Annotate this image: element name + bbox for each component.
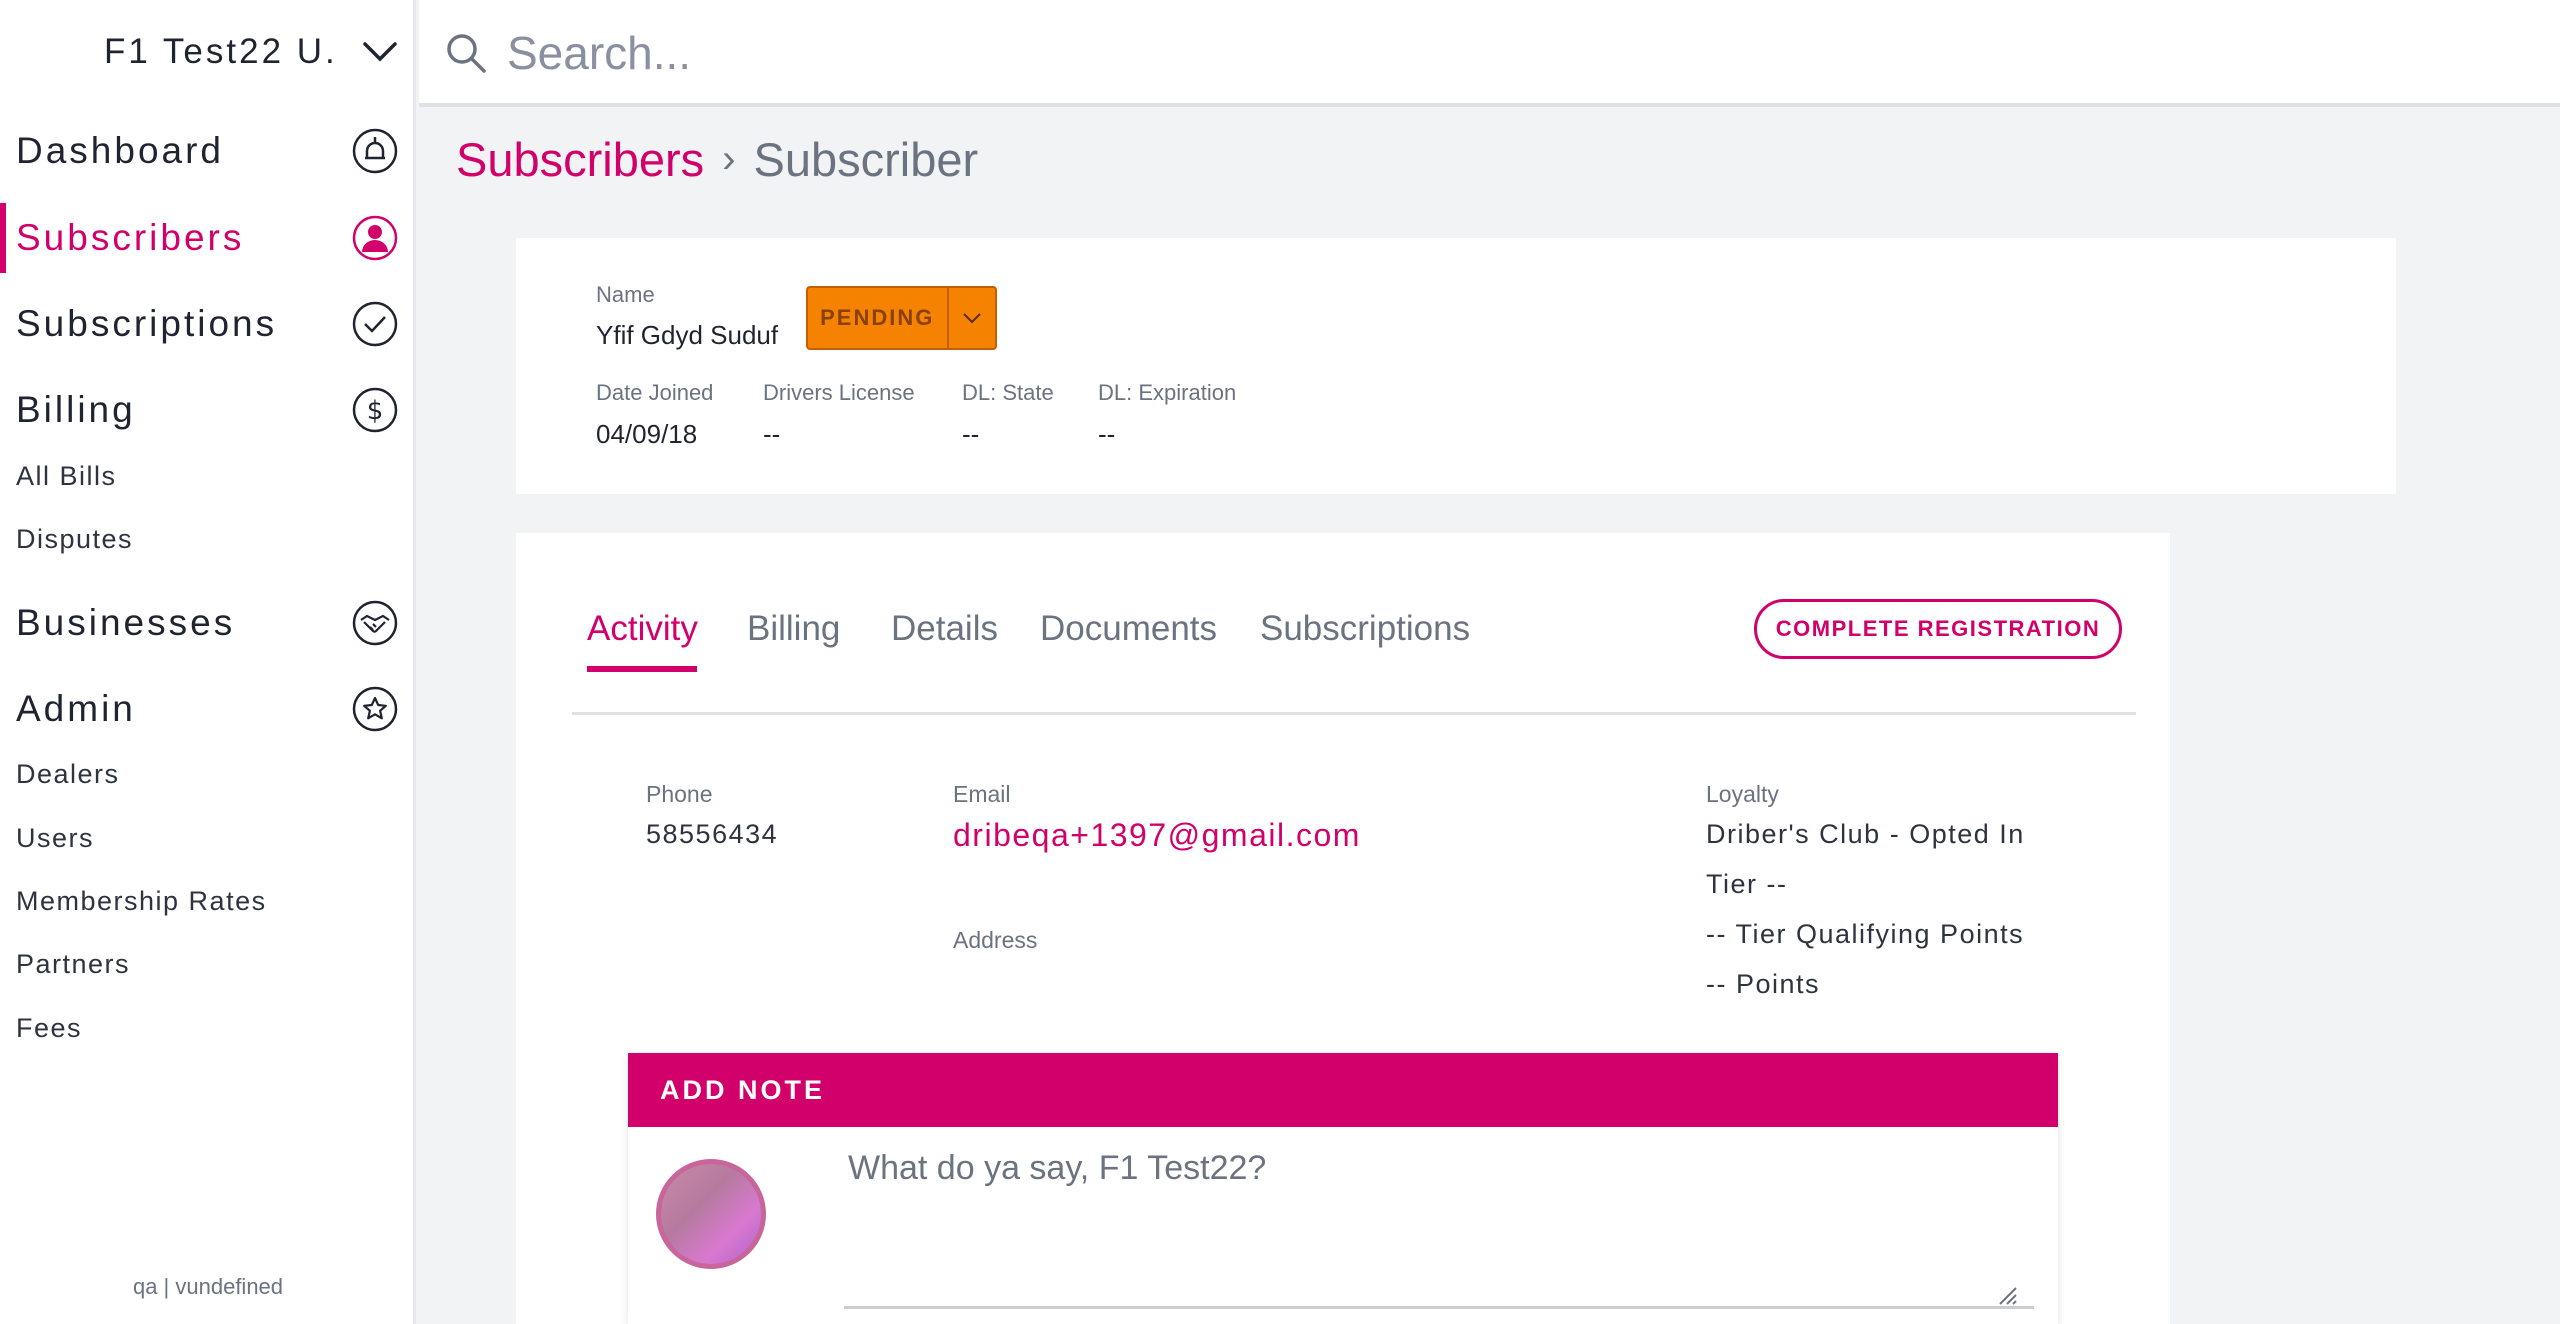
dl-state-label: DL: State [962, 380, 1054, 405]
date-joined-label: Date Joined [596, 380, 714, 405]
tab-activity[interactable]: Activity [587, 609, 698, 649]
breadcrumb: Subscribers › Subscriber [456, 132, 978, 187]
nav-businesses-label: Businesses [16, 602, 236, 643]
tab-details[interactable]: Details [891, 609, 998, 649]
nav-billing[interactable]: Billing $ [0, 375, 416, 445]
email-link[interactable]: dribeqa+1397@gmail.com [953, 817, 1361, 854]
chevron-down-icon [963, 313, 981, 324]
nav-membership-rates[interactable]: Membership Rates [16, 886, 267, 917]
active-tab-indicator [587, 666, 697, 672]
name-label: Name [596, 282, 655, 307]
dl-state-value: -- [962, 419, 980, 449]
tab-documents[interactable]: Documents [1040, 609, 1217, 649]
loyalty-tier: Tier -- [1706, 869, 1788, 899]
search-icon [447, 34, 486, 73]
user-icon [352, 215, 398, 261]
user-menu-button[interactable]: F1 Test22 U. [104, 24, 398, 80]
subscriber-main-card: Activity Billing Details Documents Subsc… [516, 533, 2170, 1324]
dl-expiration-value: -- [1098, 419, 1116, 449]
nav-subscribers-label: Subscribers [16, 217, 245, 258]
nav-admin[interactable]: Admin [0, 674, 416, 744]
user-name: F1 Test22 U. [104, 32, 338, 71]
status-dropdown-toggle[interactable] [946, 288, 996, 348]
nav-dealers[interactable]: Dealers [16, 759, 120, 790]
nav-dashboard[interactable]: Dashboard [0, 116, 416, 186]
note-input[interactable] [844, 1149, 2034, 1309]
top-search-bar [419, 0, 2560, 107]
address-label: Address [953, 927, 1038, 953]
date-joined-value: 04/09/18 [596, 419, 698, 449]
status-dropdown[interactable]: PENDING [806, 286, 997, 350]
sidebar: F1 Test22 U. Dashboard Subscribers Subsc… [0, 0, 416, 1324]
loyalty-points: -- Points [1706, 969, 1821, 999]
dl-expiration-label: DL: Expiration [1098, 380, 1237, 405]
avatar [656, 1159, 766, 1269]
svg-text:$: $ [367, 396, 384, 426]
nav-all-bills[interactable]: All Bills [16, 461, 117, 492]
subscriber-name: Yfif Gdyd Suduf [596, 320, 779, 350]
handshake-icon [352, 600, 398, 646]
tab-subscriptions[interactable]: Subscriptions [1260, 609, 1470, 649]
nav-businesses[interactable]: Businesses [0, 588, 416, 658]
loyalty-tier-qualifying-points: -- Tier Qualifying Points [1706, 919, 2025, 949]
nav-partners[interactable]: Partners [16, 949, 130, 980]
breadcrumb-current: Subscriber [753, 133, 979, 186]
tab-billing[interactable]: Billing [747, 609, 840, 649]
loyalty-club-status: Driber's Club - Opted In [1706, 819, 2025, 849]
add-note-panel: ADD NOTE [628, 1053, 2058, 1324]
email-label: Email [953, 781, 1011, 807]
nav-billing-label: Billing [16, 389, 136, 430]
star-icon [352, 686, 398, 732]
phone-value: 58556434 [646, 819, 779, 849]
dollar-icon: $ [352, 387, 398, 433]
nav-fees[interactable]: Fees [16, 1013, 82, 1044]
resize-handle-icon[interactable] [1996, 1284, 2018, 1306]
nav-disputes[interactable]: Disputes [16, 524, 133, 555]
nav-dashboard-label: Dashboard [16, 130, 225, 171]
breadcrumb-subscribers-link[interactable]: Subscribers [456, 132, 704, 187]
status-badge: PENDING [820, 305, 935, 330]
nav-subscribers[interactable]: Subscribers [0, 203, 416, 273]
check-circle-icon [352, 301, 398, 347]
drivers-license-label: Drivers License [763, 380, 915, 405]
drivers-license-value: -- [763, 419, 781, 449]
dashboard-icon [352, 128, 398, 174]
complete-registration-button[interactable]: COMPLETE REGISTRATION [1754, 599, 2122, 659]
environment-version: qa | vundefined [132, 1274, 284, 1299]
nav-subscriptions[interactable]: Subscriptions [0, 289, 416, 359]
breadcrumb-separator: › [722, 137, 736, 181]
search-input[interactable] [507, 18, 2407, 88]
nav-admin-label: Admin [16, 688, 136, 729]
add-note-header: ADD NOTE [628, 1053, 2058, 1127]
subscriber-header-card: Name Yfif Gdyd Suduf PENDING Date Joined… [516, 238, 2396, 494]
loyalty-label: Loyalty [1706, 781, 1779, 807]
nav-users[interactable]: Users [16, 823, 94, 854]
chevron-down-icon [363, 42, 397, 62]
phone-label: Phone [646, 781, 713, 807]
nav-subscriptions-label: Subscriptions [16, 303, 278, 344]
